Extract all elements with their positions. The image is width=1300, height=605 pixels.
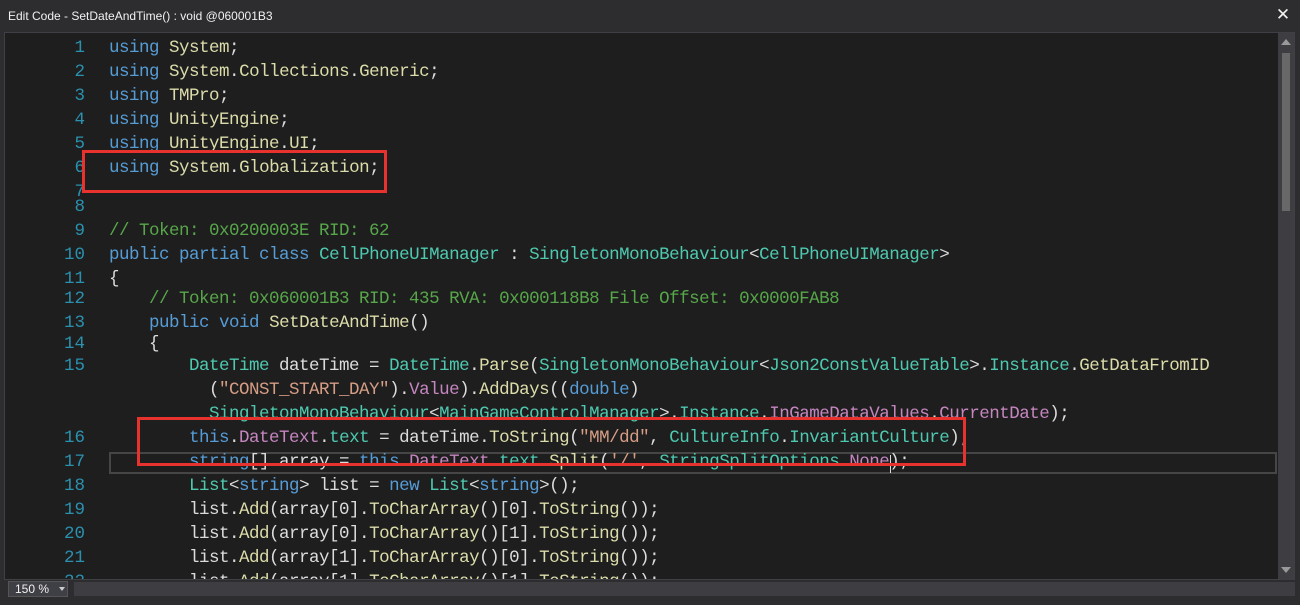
code-line-4: using UnityEngine; xyxy=(109,110,290,130)
code-line-18: List<string> list = new List<string>(); xyxy=(189,476,580,496)
status-bar: 150 % xyxy=(4,580,1295,598)
code-line-10: public partial class CellPhoneUIManager … xyxy=(109,245,950,265)
code-line-14: { xyxy=(109,334,160,354)
scroll-thumb[interactable] xyxy=(1282,53,1290,211)
code-line-3: using TMPro; xyxy=(109,86,230,106)
code-line-1: using System; xyxy=(109,38,240,58)
line-number: 14 xyxy=(63,334,85,354)
line-number: 19 xyxy=(63,500,85,520)
scroll-up-icon[interactable] xyxy=(1281,39,1291,45)
horizontal-scrollbar[interactable] xyxy=(74,582,1295,596)
line-number: 6 xyxy=(74,158,85,178)
code-line-12: // Token: 0x060001B3 RID: 435 RVA: 0x000… xyxy=(149,289,840,309)
code-editor[interactable]: 12345678910111213141516171819202122 usin… xyxy=(4,32,1295,580)
highlight-box-using-globalization xyxy=(82,150,387,193)
code-line-20: list.Add(array[0].ToCharArray()[1].ToStr… xyxy=(109,524,660,544)
title-bar: Edit Code - SetDateAndTime() : void @060… xyxy=(0,0,1300,32)
line-number-gutter: 12345678910111213141516171819202122 xyxy=(5,33,87,579)
zoom-value: 150 % xyxy=(15,582,50,596)
code-line-2: using System.Collections.Generic; xyxy=(109,62,440,82)
line-number: 1 xyxy=(74,38,85,58)
line-number: 4 xyxy=(74,110,85,130)
line-number: 17 xyxy=(63,452,85,472)
zoom-dropdown[interactable]: 150 % xyxy=(8,581,68,597)
line-number: 8 xyxy=(74,197,85,217)
code-line-22: list.Add(array[1].ToCharArray()[1].ToStr… xyxy=(109,570,660,579)
line-number: 15 xyxy=(63,356,85,376)
line-number: 22 xyxy=(5,570,85,579)
highlight-box-datetext-line xyxy=(137,417,966,466)
line-number: 18 xyxy=(63,476,85,496)
code-line-19: list.Add(array[0].ToCharArray()[0].ToStr… xyxy=(109,500,660,520)
line-number: 12 xyxy=(63,289,85,309)
line-number: 20 xyxy=(63,524,85,544)
line-number: 2 xyxy=(74,62,85,82)
chevron-down-icon xyxy=(59,587,65,591)
scroll-down-icon[interactable] xyxy=(1281,567,1291,573)
line-number: 5 xyxy=(74,134,85,154)
code-line-9: // Token: 0x0200003E RID: 62 xyxy=(109,221,390,241)
window-title: Edit Code - SetDateAndTime() : void @060… xyxy=(8,9,273,23)
line-number: 21 xyxy=(63,548,85,568)
close-icon: ✕ xyxy=(1275,5,1291,24)
code-line-15b: ("CONST_START_DAY").Value).AddDays((doub… xyxy=(109,380,640,400)
code-line-15a: DateTime dateTime = DateTime.Parse(Singl… xyxy=(189,356,1210,376)
code-line-21: list.Add(array[1].ToCharArray()[0].ToStr… xyxy=(109,548,660,568)
code-area[interactable]: using System; using System.Collections.G… xyxy=(109,33,1276,579)
line-number: 10 xyxy=(63,245,85,265)
line-number: 3 xyxy=(74,86,85,106)
line-number: 16 xyxy=(63,428,85,448)
line-number: 9 xyxy=(74,221,85,241)
vertical-scrollbar[interactable] xyxy=(1278,33,1294,579)
close-button[interactable]: ✕ xyxy=(1272,4,1294,26)
